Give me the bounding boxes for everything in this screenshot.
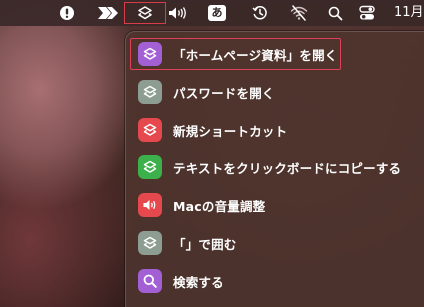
input-method-icon[interactable]: あ	[206, 0, 228, 26]
menu-item-label: 検索する	[173, 274, 224, 290]
info-icon[interactable]	[57, 0, 77, 26]
shortcuts-stack-icon	[138, 231, 162, 255]
menu-item-open-homepage-materials[interactable]: 「ホームページ資料」を開く	[138, 41, 337, 67]
shortcuts-dropdown-menu: 「ホームページ資料」を開く パスワードを開く 新規ショートカット テキストをクリ…	[125, 31, 424, 307]
menubar-clock[interactable]: 11月	[394, 0, 424, 26]
menu-item-label: テキストをクリックボードにコピーする	[173, 160, 402, 176]
menu-item-label: Macの音量調整	[173, 198, 266, 214]
menu-item-wrap-in-brackets[interactable]: 「」で囲む	[138, 230, 237, 256]
shortcuts-stack-icon	[138, 155, 162, 179]
volume-icon[interactable]	[166, 0, 190, 26]
time-machine-icon[interactable]	[249, 0, 271, 26]
magnifier-icon	[138, 269, 162, 293]
menu-item-search[interactable]: 検索する	[138, 268, 224, 294]
shortcuts-icon[interactable]	[134, 0, 156, 26]
speaker-icon	[138, 193, 162, 217]
menu-item-new-shortcut[interactable]: 新規ショートカット	[138, 117, 287, 143]
input-method-label: あ	[208, 5, 226, 21]
menu-item-label: 「ホームページ資料」を開く	[173, 47, 338, 63]
menu-item-label: 新規ショートカット	[173, 123, 288, 139]
menu-item-label: 「」で囲む	[173, 236, 237, 252]
search-icon[interactable]	[325, 0, 345, 26]
shortcuts-stack-icon	[138, 42, 162, 66]
control-center-icon[interactable]	[356, 0, 378, 26]
wifi-off-icon[interactable]	[288, 0, 310, 26]
shortcuts-stack-icon	[138, 80, 162, 104]
menu-item-mac-volume[interactable]: Macの音量調整	[138, 192, 265, 218]
menu-bar: あ 11月	[0, 0, 424, 26]
menu-item-label: パスワードを開く	[173, 85, 275, 101]
menu-item-copy-text-to-clipboard[interactable]: テキストをクリックボードにコピーする	[138, 154, 401, 180]
menu-item-open-passwords[interactable]: パスワードを開く	[138, 79, 275, 105]
arrow-forward-icon[interactable]	[95, 0, 121, 26]
shortcuts-stack-icon	[138, 118, 162, 142]
